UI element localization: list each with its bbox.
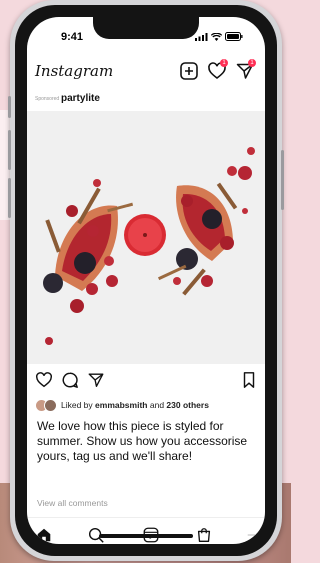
post-image[interactable]	[27, 111, 265, 364]
home-indicator	[99, 534, 193, 538]
phone-screen: 9:41 Instagram 1 1 Sponsored partylite L…	[27, 17, 265, 544]
status-time: 9:41	[61, 31, 84, 43]
notch	[93, 17, 199, 39]
comment-icon[interactable]	[61, 371, 79, 389]
wifi-icon	[211, 32, 222, 41]
message-badge: 1	[248, 59, 256, 67]
profile-icon[interactable]	[245, 526, 263, 544]
likes-and: and	[149, 400, 165, 410]
notification-badge: 1	[220, 59, 228, 67]
power-button	[281, 150, 284, 210]
like-heart-icon[interactable]	[35, 371, 53, 389]
likes-others[interactable]: 230 others	[166, 400, 209, 410]
instagram-logo: Instagram	[35, 62, 114, 80]
heart-icon[interactable]: 1	[207, 59, 228, 81]
volume-up-button	[8, 130, 11, 170]
avatar	[44, 399, 57, 412]
app-header: Instagram 1 1	[27, 55, 265, 89]
bookmark-icon[interactable]	[241, 371, 257, 389]
status-icons	[195, 32, 243, 41]
home-icon[interactable]	[35, 526, 53, 544]
post-action-bar	[27, 369, 265, 393]
liked-by-user[interactable]: emmabsmith	[95, 400, 147, 410]
battery-icon	[225, 32, 243, 41]
direct-message-icon[interactable]: 1	[235, 59, 256, 81]
post-caption: We love how this piece is styled for sum…	[37, 419, 248, 463]
signal-icon	[195, 32, 208, 41]
bottom-nav	[27, 517, 265, 544]
likes-prefix: Liked by	[61, 400, 93, 410]
likes-row: Liked by emmabsmith and 230 others	[35, 398, 209, 412]
phone-frame: 9:41 Instagram 1 1 Sponsored partylite L…	[8, 0, 284, 561]
add-post-icon[interactable]	[179, 61, 199, 81]
liker-avatars	[35, 399, 57, 412]
account-name[interactable]: partylite	[61, 93, 100, 104]
phone-bezel: 9:41 Instagram 1 1 Sponsored partylite L…	[15, 5, 277, 556]
shop-icon[interactable]	[195, 526, 213, 544]
mute-switch	[8, 96, 11, 118]
pomegranate-candle-photo	[27, 111, 263, 364]
volume-down-button	[8, 178, 11, 218]
share-icon[interactable]	[87, 371, 105, 389]
likes-text[interactable]: Liked by emmabsmith and 230 others	[61, 400, 209, 410]
post-header: Sponsored partylite	[27, 87, 265, 112]
view-comments-link[interactable]: View all comments	[37, 498, 108, 508]
sponsored-label: Sponsored	[35, 96, 60, 102]
